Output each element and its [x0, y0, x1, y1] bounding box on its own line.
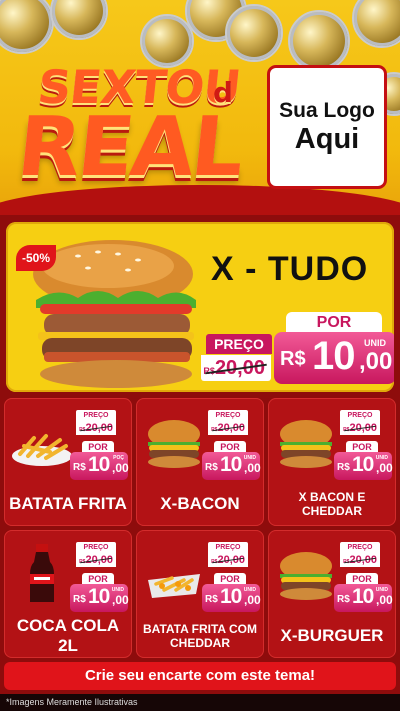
price-integer: 10: [220, 585, 242, 608]
new-price: UNID R$ 10,00: [334, 584, 393, 612]
price-cents: ,00: [359, 348, 393, 375]
burger-icon: [148, 420, 200, 468]
coin-icon: [352, 0, 400, 48]
old-price-label: PREÇO: [340, 542, 380, 553]
currency: R$: [205, 594, 218, 605]
product-card[interactable]: PREÇOR$20,00PORUNIDR$10,00COCA COLA 2L: [4, 530, 132, 658]
fries-cheddar-icon: [148, 574, 200, 598]
price-integer: 10: [312, 334, 355, 378]
price-integer: 10: [352, 585, 374, 608]
new-price: UNID R$ 10,00: [70, 584, 129, 612]
price-cents: ,00: [376, 461, 393, 475]
coin-icon: [50, 0, 108, 40]
logo-text-line2: Aqui: [294, 122, 360, 155]
old-price: R$20,00: [340, 553, 380, 567]
hero-banner: SEXTOU d REAL Sua Logo Aqui: [0, 0, 400, 215]
new-price: UNID R$ 10,00: [202, 584, 261, 612]
currency: R$: [337, 594, 350, 605]
old-price-label: PREÇO: [76, 542, 116, 553]
price-integer: 10: [352, 453, 374, 476]
old-price-label: PREÇO: [76, 410, 116, 421]
old-price-label: PREÇO: [340, 410, 380, 421]
unit-label: UNID: [364, 338, 386, 348]
footer-disclaimer: *Imagens Meramente Ilustrativas: [0, 694, 400, 711]
coin-icon: [225, 4, 283, 62]
old-price-label: PREÇO: [208, 542, 248, 553]
product-card[interactable]: PREÇOR$20,00PORPOÇR$10,00BATATA FRITA: [4, 398, 132, 526]
cta-banner[interactable]: Crie seu encarte com este tema!: [4, 662, 396, 690]
product-card[interactable]: PREÇOR$20,00PORUNIDR$10,00X-BACON: [136, 398, 264, 526]
price-cents: ,00: [112, 461, 129, 475]
currency: R$: [73, 594, 86, 605]
discount-badge: -50%: [16, 245, 57, 271]
logo-placeholder[interactable]: Sua Logo Aqui: [270, 68, 384, 186]
product-name: X-BACON: [160, 494, 240, 513]
currency: R$: [205, 462, 218, 473]
burger-icon: [280, 420, 332, 468]
price-integer: 10: [220, 453, 242, 476]
coin-icon: [0, 0, 54, 54]
old-price: R$20,00: [76, 421, 116, 435]
new-price: UNID R$ 10 ,00: [274, 332, 394, 384]
currency: R$: [280, 348, 306, 370]
new-price: UNID R$ 10,00: [334, 452, 393, 480]
price-cents: ,00: [112, 593, 129, 607]
product-name: BATATA FRITA: [9, 494, 127, 513]
product-card[interactable]: PREÇOR$20,00PORUNIDR$10,00BATATA FRITA C…: [136, 530, 264, 658]
old-price: R$20,00: [208, 553, 248, 567]
old-price: R$20,00: [340, 421, 380, 435]
old-price: R$20,00: [76, 553, 116, 567]
product-name: X BACON E CHEDDAR: [298, 490, 366, 518]
price-integer: 10: [88, 585, 110, 608]
price-cents: ,00: [376, 593, 393, 607]
old-price-label: PREÇO: [206, 334, 272, 354]
product-name: BATATA FRITA COM CHEDDAR: [143, 622, 257, 650]
burger-icon: [280, 552, 332, 600]
featured-product[interactable]: -50% X - TUDO PREÇO R$20,00 POR UNID R$ …: [6, 222, 394, 392]
new-price-label: POR: [286, 312, 382, 334]
new-price: UNID R$ 10,00: [202, 452, 261, 480]
featured-name: X - TUDO: [211, 250, 369, 288]
product-card[interactable]: PREÇOR$20,00PORUNIDR$10,00X BACON E CHED…: [268, 398, 396, 526]
price-cents: ,00: [244, 593, 261, 607]
old-price: R$20,00: [201, 355, 271, 381]
headline-real: REAL: [13, 100, 246, 195]
coin-icon: [288, 10, 350, 72]
old-price: R$20,00: [208, 421, 248, 435]
logo-text-line1: Sua Logo: [279, 98, 375, 122]
product-name: X-BURGUER: [280, 626, 384, 645]
headline: SEXTOU d REAL: [13, 58, 258, 198]
price-cents: ,00: [244, 461, 261, 475]
new-price: POÇ R$ 10,00: [70, 452, 129, 480]
currency: R$: [337, 462, 350, 473]
price-integer: 10: [88, 453, 110, 476]
product-card[interactable]: PREÇOR$20,00PORUNIDR$10,00X-BURGUER: [268, 530, 396, 658]
fries-icon: [12, 434, 72, 466]
product-name: COCA COLA 2L: [16, 616, 120, 655]
soda-bottle-icon: [30, 544, 54, 602]
currency: R$: [73, 462, 86, 473]
old-price-label: PREÇO: [208, 410, 248, 421]
